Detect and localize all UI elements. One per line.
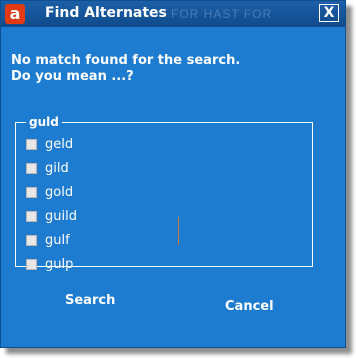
option-geld[interactable]: geld [26, 135, 73, 153]
checkbox[interactable] [26, 162, 37, 174]
option-gold[interactable]: gold [26, 183, 73, 201]
message-line-2: Do you mean ...? [11, 69, 134, 84]
checkbox[interactable] [26, 138, 37, 150]
option-guild[interactable]: guild [26, 207, 77, 225]
option-gild[interactable]: gild [26, 159, 69, 177]
dialog-title: Find Alternates [45, 5, 167, 21]
search-button[interactable]: Search [65, 293, 115, 308]
option-label: guild [45, 208, 77, 224]
option-gulf[interactable]: gulf [26, 231, 70, 249]
alternates-group: guld geld gild gold guild gulf gulp [15, 115, 313, 272]
cancel-button[interactable]: Cancel [225, 299, 274, 314]
title-bar[interactable]: a Find Alternates FOR HAST FOR X [1, 1, 345, 27]
close-icon[interactable]: X [319, 4, 339, 22]
group-label: guld [29, 115, 59, 129]
option-label: gulf [45, 232, 70, 248]
message-line-1: No match found for the search. [11, 53, 241, 68]
option-label: gild [45, 160, 69, 176]
app-icon: a [5, 4, 25, 24]
checkbox[interactable] [26, 234, 37, 246]
checkbox[interactable] [26, 186, 37, 198]
checkbox[interactable] [26, 258, 37, 270]
option-label: gulp [45, 256, 74, 272]
checkbox[interactable] [26, 210, 37, 222]
option-label: geld [45, 136, 74, 152]
option-label: gold [45, 184, 74, 200]
no-match-message: No match found for the search. Do you me… [11, 53, 240, 85]
background-text: FOR HAST FOR [171, 7, 273, 21]
option-gulp[interactable]: gulp [26, 255, 73, 273]
find-alternates-dialog: a Find Alternates FOR HAST FOR X No matc… [0, 0, 346, 348]
text-caret [178, 217, 179, 245]
